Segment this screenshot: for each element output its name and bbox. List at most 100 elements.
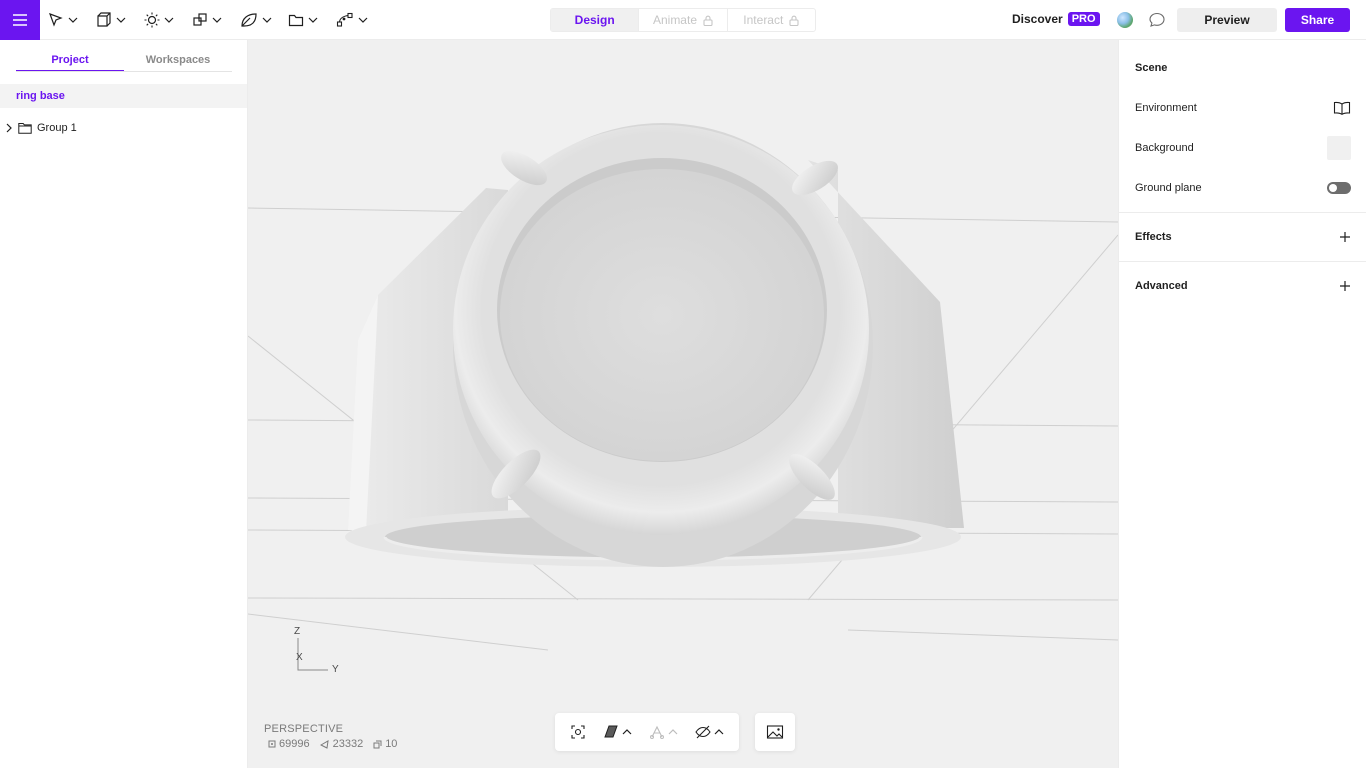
properties-panel: Scene Environment Background Ground plan…: [1118, 40, 1366, 768]
tree-item-group-1[interactable]: Group 1: [0, 116, 247, 140]
folder-icon: [18, 123, 32, 134]
scene-name: ring base: [16, 90, 65, 102]
vertex-icon: [268, 740, 276, 748]
preview-button[interactable]: Preview: [1177, 8, 1277, 32]
snap-icon: [650, 725, 665, 739]
chevron-down-icon: [164, 17, 174, 23]
hamburger-menu-button[interactable]: [0, 0, 40, 40]
chevron-right-icon[interactable]: [5, 123, 13, 133]
top-toolbar: Design Animate Interact Discover PRO Pre…: [0, 0, 1366, 40]
chevron-down-icon: [358, 17, 368, 23]
layers-panel: Project Workspaces ring base Group 1: [0, 40, 248, 768]
chevron-down-icon: [308, 17, 318, 23]
shading-button[interactable]: [603, 724, 632, 740]
cube-tool-icon: [97, 12, 111, 27]
face-count: 23332: [319, 738, 364, 750]
ring-model-render[interactable]: [248, 40, 1118, 768]
plus-icon[interactable]: [1339, 280, 1351, 292]
divider: [1119, 212, 1366, 213]
share-button[interactable]: Share: [1285, 8, 1350, 32]
tab-design-label: Design: [574, 13, 615, 27]
vertex-count-value: 69996: [279, 738, 310, 750]
viewport-info: PERSPECTIVE 69996 23332 10: [264, 723, 397, 750]
boolean-tool-button[interactable]: [192, 8, 222, 32]
light-tool-button[interactable]: [144, 8, 174, 32]
plus-icon[interactable]: [1339, 231, 1351, 243]
import-tool-button[interactable]: [288, 8, 318, 32]
background-row[interactable]: Background: [1135, 136, 1351, 160]
object-count: 10: [373, 738, 397, 750]
advanced-heading: Advanced: [1135, 280, 1188, 292]
select-tool-icon: [48, 12, 63, 27]
3d-viewport[interactable]: Z X Y PERSPECTIVE 69996 23332 10: [248, 40, 1118, 768]
effects-row[interactable]: Effects: [1135, 229, 1351, 245]
folder-tool-icon: [288, 14, 304, 27]
chevron-down-icon: [262, 17, 272, 23]
scene-stats: 69996 23332 10: [264, 738, 397, 750]
axis-z-label: Z: [294, 626, 301, 637]
visibility-off-icon: [695, 725, 712, 739]
render-image-button[interactable]: [755, 713, 795, 751]
tab-animate-label: Animate: [652, 13, 697, 27]
visibility-button[interactable]: [695, 724, 724, 740]
shading-icon: [604, 725, 618, 738]
lock-icon: [703, 15, 713, 26]
face-count-value: 23332: [332, 738, 364, 750]
comments-button[interactable]: [1148, 11, 1166, 32]
scene-name-row[interactable]: ring base: [0, 84, 247, 108]
pro-badge: PRO: [1067, 12, 1100, 26]
image-icon: [766, 725, 784, 739]
chevron-down-icon: [116, 17, 126, 23]
tab-design[interactable]: Design: [551, 9, 639, 31]
ground-plane-row[interactable]: Ground plane: [1135, 180, 1351, 196]
tab-workspaces[interactable]: Workspaces: [124, 52, 232, 71]
environment-label: Environment: [1135, 102, 1197, 114]
object-tool-button[interactable]: [96, 8, 126, 32]
chevron-up-icon: [622, 729, 632, 735]
path-tool-icon: [336, 12, 353, 27]
advanced-row[interactable]: Advanced: [1135, 278, 1351, 294]
viewport-toolbar: [555, 713, 739, 751]
boolean-tool-icon: [193, 13, 207, 26]
tab-interact[interactable]: Interact: [726, 9, 815, 31]
comment-icon: [1149, 12, 1165, 27]
scene-heading: Scene: [1135, 62, 1168, 74]
focus-icon: [571, 725, 585, 739]
tab-project[interactable]: Project: [16, 52, 124, 71]
vertex-count: 69996: [268, 738, 310, 750]
chevron-down-icon: [68, 17, 78, 23]
environment-row[interactable]: Environment: [1135, 100, 1351, 116]
discover-label: Discover: [1012, 12, 1063, 26]
axis-x-label: X: [296, 652, 303, 663]
tab-interact-label: Interact: [743, 13, 784, 27]
background-label: Background: [1135, 142, 1194, 154]
chevron-up-icon: [714, 729, 724, 735]
panel-tabs: Project Workspaces: [16, 52, 232, 72]
effects-heading: Effects: [1135, 231, 1172, 243]
tab-animate[interactable]: Animate: [638, 9, 726, 31]
book-icon[interactable]: [1333, 101, 1351, 115]
discover-link[interactable]: Discover PRO: [1012, 12, 1100, 26]
chevron-down-icon: [212, 17, 222, 23]
background-color-swatch[interactable]: [1327, 136, 1351, 160]
hamburger-icon: [13, 14, 27, 26]
ground-plane-label: Ground plane: [1135, 182, 1202, 194]
select-tool-button[interactable]: [48, 8, 78, 32]
chevron-up-icon: [668, 729, 678, 735]
ground-plane-toggle[interactable]: [1327, 182, 1351, 194]
object-count-value: 10: [385, 738, 398, 750]
snap-button[interactable]: [649, 724, 678, 740]
lock-icon: [789, 15, 799, 26]
mode-switcher: Design Animate Interact: [550, 8, 816, 32]
divider: [1119, 261, 1366, 262]
axis-gizmo: Z X Y: [288, 626, 348, 676]
camera-label: PERSPECTIVE: [264, 723, 344, 735]
light-tool-icon: [144, 12, 160, 28]
user-avatar[interactable]: [1117, 12, 1133, 28]
material-tool-button[interactable]: [240, 8, 272, 32]
material-tool-icon: [241, 13, 257, 27]
face-icon: [319, 739, 329, 749]
focus-button[interactable]: [570, 724, 586, 740]
tree-item-label: Group 1: [37, 122, 77, 134]
path-tool-button[interactable]: [336, 8, 368, 32]
